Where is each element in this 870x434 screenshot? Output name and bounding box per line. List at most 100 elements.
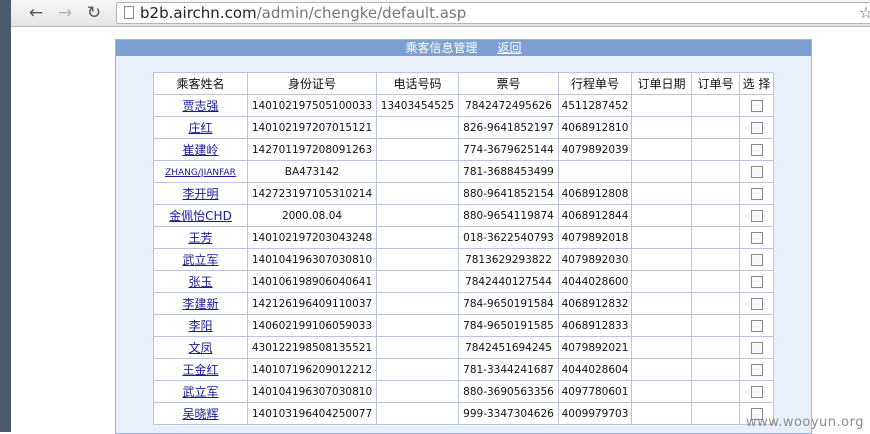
order-no-cell xyxy=(691,336,740,359)
itinerary-cell: 4068912833 xyxy=(558,314,632,337)
select-cell xyxy=(739,248,774,271)
select-checkbox[interactable] xyxy=(750,99,763,112)
select-checkbox[interactable] xyxy=(750,341,763,354)
page-icon xyxy=(124,6,134,19)
ticket-cell: 781-3688453499 xyxy=(458,160,559,183)
order-date-cell xyxy=(631,292,692,315)
itinerary-cell: 4068912844 xyxy=(558,204,632,227)
itinerary-cell: 4079892030 xyxy=(558,248,632,271)
order-date-cell xyxy=(631,380,692,403)
back-link[interactable]: 返回 xyxy=(498,41,522,55)
watermark: www.wooyun.org xyxy=(745,415,864,430)
passenger-table: 乘客姓名 身份证号 电话号码 票号 行程单号 订单日期 订单号 选 择 贾志强 1… xyxy=(153,72,774,425)
ticket-cell: 999-3347304626 xyxy=(458,402,559,425)
passenger-name-link[interactable]: 武立军 xyxy=(182,253,218,267)
address-bar[interactable]: b2b.airchn.com/admin/chengke/default.asp… xyxy=(116,2,870,24)
bookmark-star-icon[interactable]: ☆ xyxy=(859,3,870,23)
id-cell: 140103196404250077 xyxy=(247,402,377,425)
passenger-name-link[interactable]: 李建新 xyxy=(182,297,218,311)
passenger-name-link[interactable]: 李阳 xyxy=(188,319,212,333)
passenger-name-link[interactable]: ZHANG/JIANFAR xyxy=(165,168,236,178)
select-checkbox[interactable] xyxy=(750,121,763,134)
order-date-cell xyxy=(631,358,692,381)
passenger-name-link[interactable]: 贾志强 xyxy=(182,99,218,113)
passenger-name-cell: 金佩怡CHD xyxy=(153,204,248,227)
select-cell xyxy=(739,116,774,139)
passenger-name-link[interactable]: 王芳 xyxy=(188,231,212,245)
order-no-cell xyxy=(691,116,740,139)
ticket-cell: 7813629293822 xyxy=(458,248,559,271)
passenger-name-link[interactable]: 王金红 xyxy=(182,363,218,377)
select-checkbox[interactable] xyxy=(750,275,763,288)
forward-arrow-icon[interactable]: → xyxy=(54,2,76,24)
phone-cell xyxy=(376,292,459,315)
select-checkbox[interactable] xyxy=(750,231,763,244)
ticket-cell: 7842472495626 xyxy=(458,94,559,117)
passenger-name-link[interactable]: 庄红 xyxy=(188,121,212,135)
table-row: 庄红 140102197207015121 826-9641852197 406891… xyxy=(153,116,774,139)
passenger-panel: 乘客信息管理 返回 乘客姓名 身份证号 电话号码 票号 行程单号 订单日期 订单号… xyxy=(115,39,812,434)
select-checkbox[interactable] xyxy=(750,209,763,222)
order-no-cell xyxy=(691,248,740,271)
order-date-cell xyxy=(631,116,692,139)
url-text[interactable]: b2b.airchn.com/admin/chengke/default.asp xyxy=(140,3,466,23)
itinerary-cell: 4009979703 xyxy=(558,402,632,425)
passenger-name-link[interactable]: 崔建岭 xyxy=(182,143,218,157)
passenger-name-cell: 李开明 xyxy=(153,182,248,205)
passenger-name-link[interactable]: 金佩怡CHD xyxy=(169,209,232,223)
col-header-id: 身份证号 xyxy=(247,72,377,95)
passenger-name-cell: 张玉 xyxy=(153,270,248,293)
select-cell xyxy=(739,160,774,183)
select-cell xyxy=(739,270,774,293)
order-no-cell xyxy=(691,292,740,315)
select-checkbox[interactable] xyxy=(750,385,763,398)
passenger-name-cell: 崔建岭 xyxy=(153,138,248,161)
ticket-cell: 880-9654119874 xyxy=(458,204,559,227)
col-header-ticket: 票号 xyxy=(458,72,559,95)
table-row: 武立军 140104196307030810 7813629293822 407989… xyxy=(153,248,774,271)
order-no-cell xyxy=(691,358,740,381)
itinerary-cell: 4097780601 xyxy=(558,380,632,403)
reload-icon[interactable]: ↻ xyxy=(83,2,105,24)
id-cell: 142126196409110037 xyxy=(247,292,377,315)
passenger-name-cell: 李阳 xyxy=(153,314,248,337)
table-row: 张玉 140106198906040641 7842440127544 4044028… xyxy=(153,270,774,293)
passenger-name-link[interactable]: 文凤 xyxy=(188,341,212,355)
select-checkbox[interactable] xyxy=(750,319,763,332)
passenger-name-link[interactable]: 李开明 xyxy=(182,187,218,201)
panel-header: 乘客信息管理 返回 xyxy=(116,40,811,56)
select-checkbox[interactable] xyxy=(750,165,763,178)
phone-cell xyxy=(376,336,459,359)
ticket-cell: 774-3679625144 xyxy=(458,138,559,161)
passenger-name-link[interactable]: 张玉 xyxy=(188,275,212,289)
phone-cell xyxy=(376,358,459,381)
select-cell xyxy=(739,94,774,117)
table-row: ZHANG/JIANFAR BA473142 781-3688453499 xyxy=(153,160,774,183)
passenger-name-cell: 李建新 xyxy=(153,292,248,315)
order-date-cell xyxy=(631,160,692,183)
select-checkbox[interactable] xyxy=(750,187,763,200)
table-row: 王金红 140107196209012212 781-3344241687 40440… xyxy=(153,358,774,381)
passenger-name-cell: 武立军 xyxy=(153,248,248,271)
phone-cell xyxy=(376,182,459,205)
select-checkbox[interactable] xyxy=(750,363,763,376)
select-cell xyxy=(739,358,774,381)
select-checkbox[interactable] xyxy=(750,297,763,310)
id-cell: 142701197208091263 xyxy=(247,138,377,161)
select-cell xyxy=(739,226,774,249)
select-cell xyxy=(739,380,774,403)
order-no-cell xyxy=(691,138,740,161)
itinerary-cell: 4068912832 xyxy=(558,292,632,315)
select-checkbox[interactable] xyxy=(750,253,763,266)
select-cell xyxy=(739,182,774,205)
select-cell xyxy=(739,292,774,315)
select-checkbox[interactable] xyxy=(750,143,763,156)
passenger-name-link[interactable]: 吴晓辉 xyxy=(182,407,218,421)
back-arrow-icon[interactable]: ← xyxy=(25,2,47,24)
url-host: b2b.airchn.com xyxy=(140,4,257,22)
order-date-cell xyxy=(631,270,692,293)
passenger-name-link[interactable]: 武立军 xyxy=(182,385,218,399)
passenger-name-cell: 吴晓辉 xyxy=(153,402,248,425)
col-header-select: 选 择 xyxy=(739,72,774,95)
phone-cell xyxy=(376,160,459,183)
